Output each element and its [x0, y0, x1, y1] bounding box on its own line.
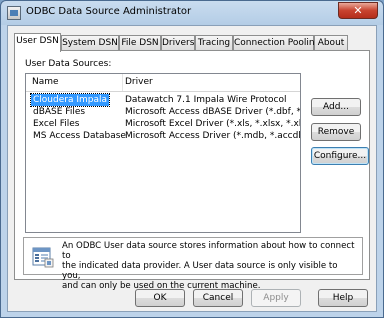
list-item[interactable]: Excel Files Microsoft Excel Driver (*.xl…: [26, 118, 300, 130]
cancel-button[interactable]: Cancel: [193, 289, 243, 307]
tab-user-dsn[interactable]: User DSN: [14, 33, 61, 52]
info-description: An ODBC User data source stores informat…: [62, 241, 355, 291]
configure-button[interactable]: Configure...: [311, 147, 369, 165]
column-header-name[interactable]: Name: [32, 77, 59, 87]
dsn-driver: Datawatch 7.1 Impala Wire Protocol: [125, 95, 287, 105]
tab-tracing[interactable]: Tracing: [195, 35, 233, 50]
column-header-driver[interactable]: Driver: [125, 77, 153, 87]
close-button[interactable]: ✕: [338, 2, 378, 19]
ok-button[interactable]: OK: [135, 289, 185, 307]
list-header: Name Driver: [26, 74, 300, 92]
remove-button[interactable]: Remove: [311, 123, 361, 141]
column-divider[interactable]: [122, 74, 123, 91]
odbc-app-icon: [7, 6, 21, 20]
dsn-name: MS Access Database: [33, 131, 126, 141]
dsn-driver: Microsoft Access Driver (*.mdb, *.accdb): [125, 131, 301, 141]
tab-about[interactable]: About: [314, 35, 348, 50]
dsn-driver: Microsoft Access dBASE Driver (*.dbf, *.…: [125, 107, 301, 117]
add-button[interactable]: Add...: [311, 98, 361, 116]
tab-connection-pooling[interactable]: Connection Pooling: [233, 35, 320, 50]
info-box: An ODBC User data source stores informat…: [23, 237, 363, 291]
odbc-admin-window: ODBC Data Source Administrator ✕ User DS…: [0, 0, 384, 318]
list-item[interactable]: dBASE Files Microsoft Access dBASE Drive…: [26, 106, 300, 118]
title-bar[interactable]: ODBC Data Source Administrator ✕: [1, 1, 383, 25]
window-title: ODBC Data Source Administrator: [26, 6, 192, 17]
list-item[interactable]: Cloudera Impala Datawatch 7.1 Impala Wir…: [26, 93, 300, 107]
data-sources-list[interactable]: Name Driver Cloudera Impala Datawatch 7.…: [25, 73, 301, 233]
apply-button[interactable]: Apply: [251, 289, 301, 307]
list-item[interactable]: MS Access Database Microsoft Access Driv…: [26, 130, 300, 142]
dsn-name: dBASE Files: [33, 107, 86, 117]
user-dsn-panel: User Data Sources: Name Driver Cloudera …: [14, 50, 370, 291]
dsn-driver: Microsoft Excel Driver (*.xls, *.xlsx, *…: [125, 119, 300, 129]
dialog-client-area: User DSN System DSN File DSN Drivers Tra…: [7, 25, 377, 312]
help-button[interactable]: Help: [318, 289, 368, 307]
tab-file-dsn[interactable]: File DSN: [119, 35, 161, 50]
dsn-name: Excel Files: [33, 119, 80, 129]
user-data-sources-label: User Data Sources:: [25, 59, 112, 69]
tab-system-dsn[interactable]: System DSN: [61, 35, 119, 50]
dsn-name: Cloudera Impala: [30, 93, 110, 107]
data-source-info-icon: [32, 247, 54, 268]
tab-drivers[interactable]: Drivers: [161, 35, 195, 50]
